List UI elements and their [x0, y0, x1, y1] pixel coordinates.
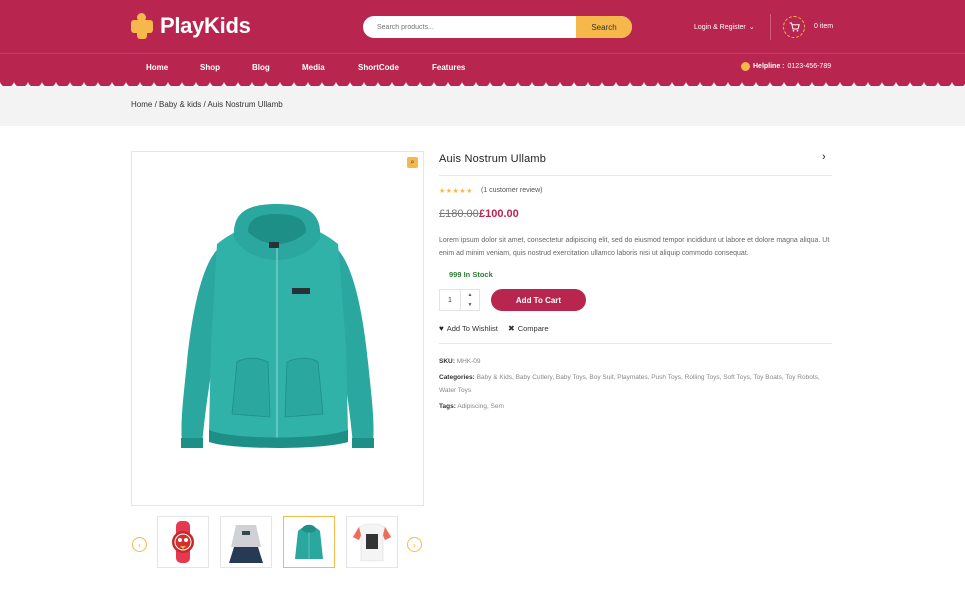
- categories-label: Categories:: [439, 374, 475, 381]
- chevron-left-icon: ‹: [138, 539, 141, 550]
- thumbnail-sweater-skirt[interactable]: [220, 516, 272, 568]
- phone-icon: [741, 62, 750, 71]
- breadcrumb-category[interactable]: Baby & kids: [159, 100, 201, 109]
- product-main-image[interactable]: [131, 151, 424, 506]
- product-categories: Categories: Baby & Kids, Baby Cutlery, B…: [439, 371, 835, 397]
- tags-label: Tags:: [439, 403, 456, 410]
- cart-button[interactable]: [783, 16, 805, 38]
- compare-label: Compare: [517, 324, 549, 333]
- nav-divider: [0, 53, 965, 54]
- gallery-next-button[interactable]: ›: [407, 537, 422, 552]
- breadcrumb-separator: /: [203, 100, 206, 109]
- brand-logo[interactable]: PlayKids: [131, 13, 251, 39]
- breadcrumb: Home / Baby & kids / Auis Nostrum Ullamb: [131, 100, 283, 109]
- magnifier-icon: ⌕: [410, 158, 415, 166]
- product-tags: Tags: Adipiscing, Sem: [439, 400, 835, 413]
- login-register-link[interactable]: Login & Register ⌄: [694, 23, 755, 32]
- quantity-increase-icon[interactable]: ▲: [461, 290, 479, 300]
- printed-tshirt-thumbnail-image: [352, 523, 392, 562]
- zoom-button[interactable]: ⌕: [407, 157, 418, 168]
- nav-item-features[interactable]: Features: [432, 63, 465, 72]
- nav-item-home[interactable]: Home: [146, 63, 168, 72]
- chevron-down-icon: ⌄: [748, 24, 755, 31]
- stock-status: 999 In Stock: [449, 270, 493, 279]
- gallery-prev-button[interactable]: ‹: [132, 537, 147, 552]
- login-register-label: Login & Register: [694, 23, 746, 31]
- compare-link[interactable]: ✖ Compare: [508, 324, 549, 333]
- quantity-decrease-icon[interactable]: ▼: [461, 300, 479, 310]
- compare-icon: ✖: [508, 324, 515, 333]
- sale-price: £100.00: [479, 208, 519, 220]
- nav-item-shortcode[interactable]: ShortCode: [358, 63, 399, 72]
- search-input[interactable]: [363, 16, 576, 38]
- puzzle-logo-icon: [131, 13, 155, 39]
- old-price: £180.00: [439, 208, 479, 220]
- next-product-button[interactable]: ›: [822, 151, 826, 163]
- chevron-right-icon: ›: [413, 539, 416, 550]
- helpline: Helpline : 0123-456-789: [741, 62, 831, 71]
- watch-thumbnail-image: [172, 521, 194, 563]
- divider: [439, 175, 832, 176]
- breadcrumb-home[interactable]: Home: [131, 100, 152, 109]
- sku-value: MHK-09: [456, 358, 481, 365]
- teal-hoodie-image: [181, 204, 374, 448]
- review-link[interactable]: (1 customer review): [481, 187, 542, 194]
- search-bar: Search: [363, 16, 632, 38]
- quantity-input[interactable]: 1: [440, 290, 461, 310]
- product-sku: SKU: MHK-09: [439, 355, 835, 368]
- sku-label: SKU:: [439, 358, 455, 365]
- product-title: Auis Nostrum Ullamb: [439, 153, 547, 165]
- product-description: Lorem ipsum dolor sit amet, consectetur …: [439, 237, 830, 257]
- nav-item-blog[interactable]: Blog: [252, 63, 270, 72]
- tags-links[interactable]: Adipiscing, Sem: [457, 403, 504, 410]
- chevron-right-icon: ›: [822, 151, 826, 163]
- cart-count: 0 item: [814, 23, 834, 30]
- teal-hoodie-thumbnail-image: [295, 524, 323, 559]
- thumbnail-teal-hoodie[interactable]: [283, 516, 335, 568]
- categories-links[interactable]: Baby & Kids, Baby Cutlery, Baby Toys, Bo…: [439, 374, 820, 394]
- thumbnail-watch[interactable]: [157, 516, 209, 568]
- add-to-cart-button[interactable]: Add To Cart: [491, 289, 586, 311]
- nav-item-shop[interactable]: Shop: [200, 63, 220, 72]
- thumbnail-printed-tshirt[interactable]: [346, 516, 398, 568]
- nav-item-media[interactable]: Media: [302, 63, 325, 72]
- helpline-number[interactable]: 0123-456-789: [788, 63, 832, 70]
- star-rating: ★★★★★: [439, 188, 473, 195]
- helpline-label: Helpline :: [753, 63, 785, 70]
- sweater-skirt-thumbnail-image: [229, 525, 263, 563]
- divider: [439, 343, 832, 344]
- breadcrumb-separator: /: [154, 100, 157, 109]
- header-divider: [770, 14, 771, 40]
- brand-name: PlayKids: [160, 13, 251, 38]
- quantity-stepper: 1 ▲ ▼: [439, 289, 480, 311]
- wishlist-label: Add To Wishlist: [446, 324, 498, 333]
- breadcrumb-current: Auis Nostrum Ullamb: [207, 100, 283, 109]
- add-to-wishlist-link[interactable]: ♥ Add To Wishlist: [439, 324, 498, 333]
- cart-icon: [789, 22, 800, 32]
- heart-icon: ♥: [439, 324, 444, 333]
- search-button[interactable]: Search: [576, 16, 632, 38]
